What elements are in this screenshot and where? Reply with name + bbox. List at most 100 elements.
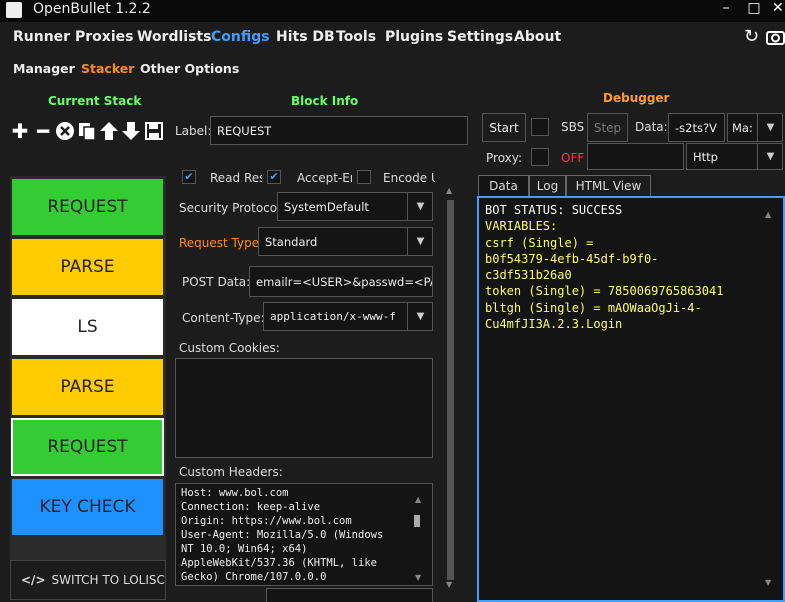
menu-about[interactable]: About [514,29,561,45]
add-block-icon[interactable]: ✚ [10,121,30,141]
scroll-up-icon[interactable]: ▲ [765,210,771,219]
stack-block[interactable]: REQUEST [11,418,164,476]
output-line: Cu4mfJI3A.2.3.Login [485,317,623,332]
read-response-checkbox[interactable]: ✔ [182,170,196,184]
post-data-label: POST Data: [182,275,251,289]
output-line: c3df531b26a0 [485,268,572,283]
debugger-title: Debugger [603,91,670,105]
menu-tools[interactable]: Tools [336,29,376,45]
security-protocol-value: SystemDefault [284,199,369,214]
post-data-input[interactable]: emailr=<USER>&passwd=<PASS [249,266,433,297]
scroll-down-icon[interactable]: ▼ [765,578,771,587]
camera-icon[interactable] [766,28,785,46]
accept-encoding-label: Accept-Er [297,171,352,185]
proxy-label: Proxy: [486,151,523,165]
app-title: OpenBullet 1.2.2 [33,1,151,17]
restart-icon[interactable]: ↻ [744,28,764,46]
tab-data[interactable]: Data [478,175,529,196]
read-response-label: Read Res [210,171,262,185]
encode-url-checkbox[interactable] [357,170,371,184]
chevron-down-icon[interactable]: ▼ [407,193,433,220]
proxy-off-label: OFF [561,151,585,165]
label-input[interactable]: REQUEST [210,116,468,145]
headers-scrollbar-thumb[interactable] [414,515,420,527]
close-icon[interactable]: ✕ [772,0,785,18]
stack-block[interactable]: LS [11,298,164,356]
proxy-input[interactable] [587,143,684,170]
scroll-up-icon[interactable]: ▲ [446,186,452,195]
code-icon: </> [21,573,46,587]
scroll-up-icon[interactable]: ▲ [415,495,421,504]
output-line: b0f54379-4efb-45df-b9f0- [485,251,659,266]
debugger-output[interactable]: BOT STATUS: SUCCESS VARIABLES: csrf (Singl… [477,196,785,602]
chevron-down-icon[interactable]: ▼ [757,114,783,141]
scroll-down-icon[interactable]: ▼ [415,573,421,582]
security-protocol-label: Security Protocol: [179,201,285,215]
sbs-checkbox[interactable] [531,118,549,136]
switch-label: SWITCH TO LOLISCRI [51,573,166,587]
output-line: bltgh (Single) = mAOWaaOgJi-4- [485,300,702,315]
header-line: User-Agent: Mozilla/5.0 (Windows [181,529,384,541]
output-line: BOT STATUS: SUCCESS [485,203,623,217]
menu-hits-db[interactable]: Hits DB [276,29,335,45]
clone-block-icon[interactable] [77,121,97,141]
stack-block[interactable]: KEY CHECK [11,478,164,536]
header-line: AppleWebKit/537.36 (KHTML, like [181,557,377,569]
tab-log[interactable]: Log [529,175,566,196]
block-info-title: Block Info [291,94,359,108]
submenu-stacker[interactable]: Stacker [81,61,134,76]
request-type-label: Request Type: [179,236,264,250]
scroll-down-icon[interactable]: ▼ [446,580,452,589]
data-label: Data: [635,120,668,134]
chevron-down-icon[interactable]: ▼ [407,303,433,330]
header-line: Connection: keep-alive [181,501,321,513]
menu-runner[interactable]: Runner [13,29,70,45]
minimize-button[interactable]: – [717,0,735,18]
custom-cookies-textarea[interactable] [175,358,433,458]
header-line: Origin: https://www.bol.com [181,515,352,527]
stack-block[interactable]: PARSE [11,238,164,296]
custom-headers-textarea[interactable]: Host: www.bol.com Connection: keep-alive O… [175,483,433,586]
proxy-checkbox[interactable] [531,148,549,166]
current-stack-title: Current Stack [48,94,142,108]
label-caption: Label: [175,124,212,138]
maximize-button[interactable]: □ [745,0,763,18]
output-line: VARIABLES: [485,219,558,234]
app-logo-icon [6,2,22,18]
save-icon[interactable] [144,121,164,141]
start-button[interactable]: Start [482,113,526,142]
submenu-manager[interactable]: Manager [13,61,75,76]
switch-to-loliscript-button[interactable]: </> SWITCH TO LOLISCRI [10,560,166,600]
header-line: NT 10.0; Win64; x64) [181,543,308,555]
menu-proxies[interactable]: Proxies [75,29,133,45]
output-line: token (Single) = 7850069765863041 [485,284,724,299]
remove-block-icon[interactable]: ━ [33,121,53,141]
header-line: Host: www.bol.com [181,487,289,499]
data-input[interactable]: -s2ts?V [668,113,725,142]
accept-encoding-checkbox[interactable]: ✔ [267,170,281,184]
content-type-value: application/x-www-f [270,310,396,323]
menu-configs[interactable]: Configs [211,29,270,45]
data-type-value: Ma: [732,120,753,135]
clear-blocks-icon[interactable] [55,121,75,141]
chevron-down-icon[interactable]: ▼ [407,228,433,255]
menu-settings[interactable]: Settings [447,29,513,45]
menu-plugins[interactable]: Plugins [385,29,443,45]
stack-block[interactable]: REQUEST [11,178,164,236]
submenu-other-options[interactable]: Other Options [140,61,239,76]
output-line: csrf (Single) = [485,235,594,250]
custom-headers-label: Custom Headers: [179,465,283,479]
content-type-label: Content-Type: [182,311,265,325]
next-field[interactable] [266,588,433,602]
encode-url-label: Encode U [383,171,435,185]
tab-html-view[interactable]: HTML View [566,175,651,196]
stack-block[interactable]: PARSE [11,358,164,416]
sbs-label: SBS [561,120,585,134]
move-up-icon[interactable] [99,121,119,141]
menu-wordlists[interactable]: Wordlists [137,29,211,45]
step-button[interactable]: Step [587,113,628,142]
scrollbar-thumb[interactable] [447,200,454,580]
custom-cookies-label: Custom Cookies: [179,341,280,355]
chevron-down-icon[interactable]: ▼ [757,144,783,169]
move-down-icon[interactable] [121,121,141,141]
